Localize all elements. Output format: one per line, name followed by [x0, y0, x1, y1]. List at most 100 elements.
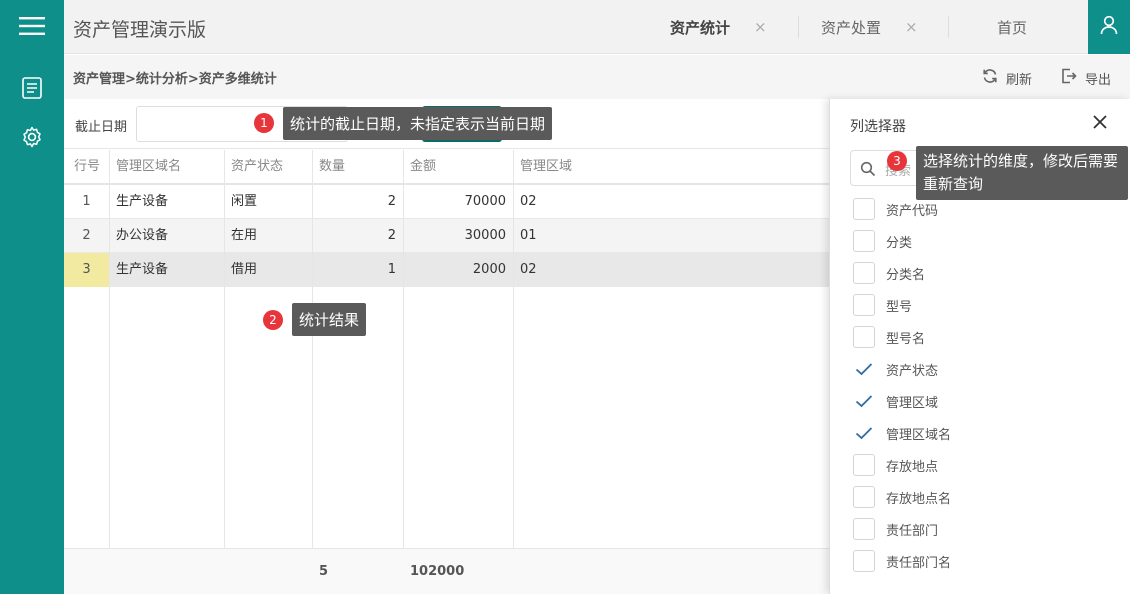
tab-close-icon[interactable]: ×	[905, 18, 918, 36]
user-button[interactable]	[1088, 0, 1130, 54]
gear-icon	[21, 126, 43, 152]
checkbox[interactable]	[853, 198, 875, 220]
column-option[interactable]: 分类名	[853, 261, 925, 285]
column-option[interactable]: 存放地点	[853, 453, 938, 477]
checkbox-checked[interactable]	[853, 390, 875, 412]
checkmark-icon	[855, 427, 873, 440]
annotation-badge: 1	[254, 113, 274, 133]
status-cell: 闲置	[231, 194, 258, 209]
app-title: 资产管理演示版	[73, 19, 207, 41]
tab-home[interactable]: 首页	[997, 0, 1027, 54]
column-option[interactable]: 责任部门	[853, 517, 938, 541]
area-cell: 01	[520, 228, 537, 243]
column-option[interactable]: 责任部门名	[853, 549, 951, 573]
checkbox[interactable]	[853, 550, 875, 572]
result-grid: 行号 管理区域名 资产状态 数量 金额 管理区域 1 生产设备 闲置 2 700…	[64, 150, 830, 594]
table-row-selected[interactable]: 3 生产设备 借用 1 2000 02	[64, 253, 830, 287]
annotation-badge: 3	[887, 151, 907, 171]
column-divider	[403, 150, 404, 548]
checkbox[interactable]	[853, 518, 875, 540]
refresh-label: 刷新	[1006, 72, 1033, 88]
checkbox[interactable]	[853, 262, 875, 284]
column-option-label: 分类名	[886, 267, 926, 283]
tab-label[interactable]: 资产处置	[821, 17, 881, 38]
column-option[interactable]: 管理区域	[853, 389, 938, 413]
column-option[interactable]: 资产代码	[853, 197, 938, 221]
column-option-label: 资产状态	[886, 363, 939, 379]
column-option[interactable]: 型号名	[853, 325, 925, 349]
checkbox[interactable]	[853, 326, 875, 348]
column-divider	[109, 150, 110, 548]
tab-asset-disposal[interactable]: 资产处置 ×	[821, 0, 918, 54]
grid-footer-totals: 5 102000	[64, 548, 830, 594]
row-number: 3	[64, 253, 109, 287]
top-header: 资产管理演示版 资产统计 × 资产处置 × 首页	[64, 0, 1130, 54]
column-option-label: 责任部门名	[886, 555, 952, 571]
hamburger-icon	[19, 16, 45, 40]
checkbox-checked[interactable]	[853, 358, 875, 380]
column-option[interactable]: 型号	[853, 293, 912, 317]
breadcrumb-bar: 资产管理>统计分析>资产多维统计 刷新 导出	[64, 55, 1130, 99]
tab-divider	[798, 16, 799, 38]
table-row[interactable]: 1 生产设备 闲置 2 70000 02	[64, 185, 830, 219]
checkbox[interactable]	[853, 486, 875, 508]
column-option[interactable]: 存放地点名	[853, 485, 951, 509]
column-option-label: 分类	[886, 235, 913, 251]
column-header[interactable]: 行号	[64, 150, 110, 184]
status-cell: 在用	[231, 228, 258, 243]
row-number: 1	[82, 194, 91, 209]
annotation-badge: 2	[263, 310, 283, 330]
qty-cell: 2	[387, 194, 396, 209]
column-option[interactable]: 资产状态	[853, 357, 938, 381]
checkbox[interactable]	[853, 230, 875, 252]
checkbox[interactable]	[853, 294, 875, 316]
column-header[interactable]: 管理区域名	[109, 150, 224, 184]
breadcrumb: 资产管理>统计分析>资产多维统计	[73, 72, 277, 87]
checkmark-icon	[855, 395, 873, 408]
column-option[interactable]: 管理区域名	[853, 421, 951, 445]
amount-cell: 30000	[464, 228, 506, 243]
tab-label[interactable]: 资产统计	[670, 17, 730, 38]
export-button[interactable]: 导出	[1061, 68, 1111, 88]
qty-cell: 1	[387, 262, 396, 277]
tab-close-icon[interactable]: ×	[754, 18, 767, 36]
close-icon	[1093, 115, 1107, 133]
area-cell: 02	[520, 262, 537, 277]
column-divider	[513, 150, 514, 548]
tab-asset-stats[interactable]: 资产统计 ×	[670, 0, 767, 54]
column-option-label: 型号名	[886, 331, 926, 347]
grid-header: 行号 管理区域名 资产状态 数量 金额 管理区域	[64, 150, 830, 185]
sidebar-item-settings[interactable]	[0, 119, 64, 159]
column-divider	[224, 150, 225, 548]
export-icon	[1061, 68, 1085, 88]
document-icon	[22, 77, 42, 103]
column-header[interactable]: 数量	[312, 150, 403, 184]
column-option-label: 存放地点名	[886, 491, 952, 507]
tab-divider	[948, 16, 949, 38]
sidebar-item-documents[interactable]	[0, 70, 64, 110]
area-name-cell: 生产设备	[116, 262, 169, 277]
refresh-button[interactable]: 刷新	[982, 68, 1032, 88]
tab-label[interactable]: 首页	[997, 17, 1027, 38]
checkbox[interactable]	[853, 454, 875, 476]
amount-cell: 70000	[464, 194, 506, 209]
column-header[interactable]: 金额	[403, 150, 513, 184]
total-amount: 102000	[410, 564, 465, 579]
column-option[interactable]: 分类	[853, 229, 912, 253]
column-picker-close-button[interactable]	[1088, 112, 1112, 136]
row-number: 2	[82, 228, 91, 243]
column-option-label: 责任部门	[886, 523, 939, 539]
column-header[interactable]: 资产状态	[224, 150, 312, 184]
column-picker-title: 列选择器	[850, 119, 906, 135]
table-row[interactable]: 2 办公设备 在用 2 30000 01	[64, 219, 830, 253]
checkmark-icon	[855, 363, 873, 376]
refresh-icon	[982, 68, 1006, 88]
column-option-label: 管理区域	[886, 395, 939, 411]
status-cell: 借用	[231, 262, 258, 277]
menu-toggle-button[interactable]	[0, 8, 64, 48]
checkbox-checked[interactable]	[853, 422, 875, 444]
column-option-label: 存放地点	[886, 459, 939, 475]
amount-cell: 2000	[472, 262, 506, 277]
area-cell: 02	[520, 194, 537, 209]
column-header[interactable]: 管理区域	[513, 150, 830, 184]
